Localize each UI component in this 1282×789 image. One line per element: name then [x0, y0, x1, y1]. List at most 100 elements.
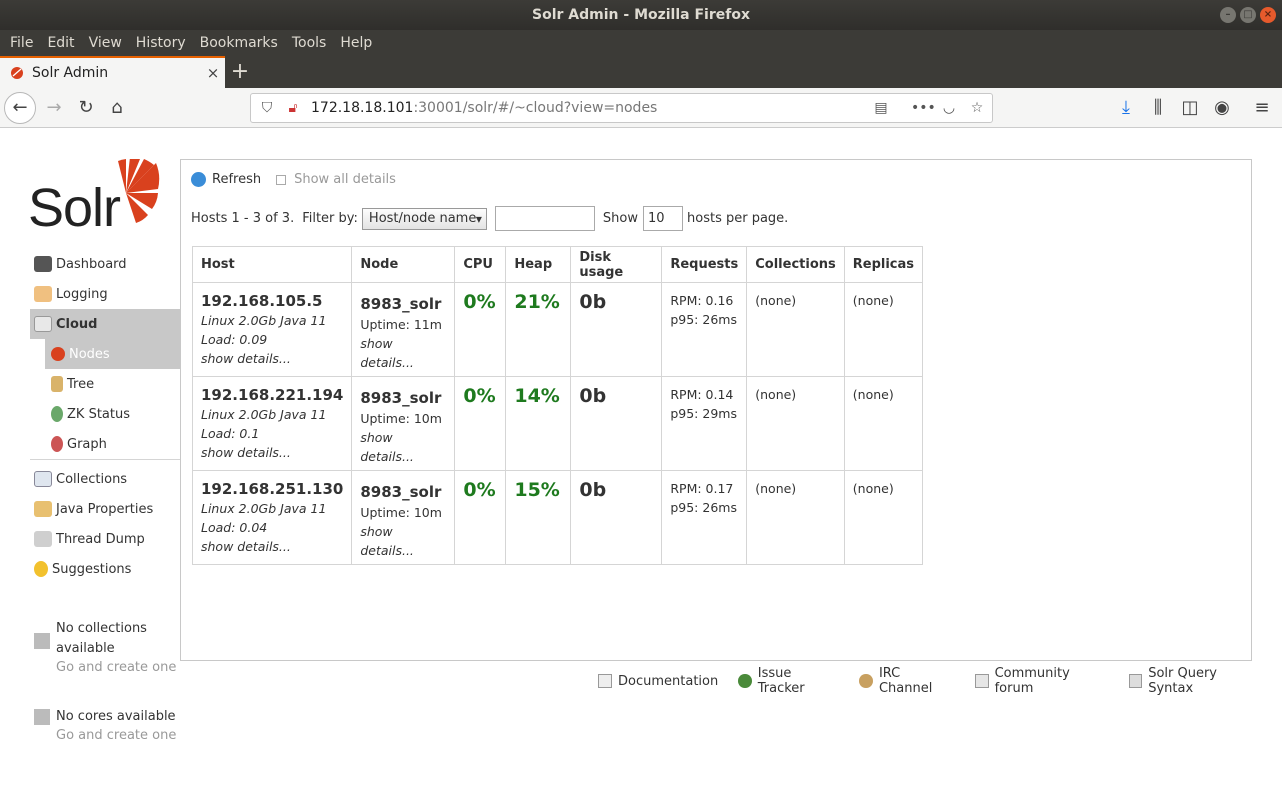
menu-history[interactable]: History	[130, 35, 192, 51]
dashboard-icon	[34, 256, 52, 272]
host-show-details-link[interactable]: show details...	[201, 349, 343, 368]
downloads-icon[interactable]: ⤓	[1112, 94, 1140, 122]
sidebar-item-collections[interactable]: Collections	[30, 464, 180, 494]
close-window-button[interactable]: ×	[1260, 7, 1276, 23]
sidebar-toggle-icon[interactable]: ◫	[1176, 94, 1204, 122]
footer-query-syntax-link[interactable]: Solr Query Syntax	[1128, 666, 1262, 696]
create-core-link[interactable]: Go and create one	[56, 727, 179, 745]
sidebar-item-nodes[interactable]: Nodes	[45, 339, 180, 369]
filter-input[interactable]	[494, 206, 595, 231]
collection-add-icon	[34, 633, 50, 649]
forward-icon[interactable]: →	[40, 94, 68, 122]
sidebar-item-zk-status[interactable]: ZK Status	[45, 399, 180, 429]
maximize-button[interactable]: □	[1240, 7, 1256, 23]
disk-value: 0b	[579, 479, 607, 501]
menu-view[interactable]: View	[83, 35, 128, 51]
sidebar-item-logging[interactable]: Logging	[30, 279, 180, 309]
reader-view-icon[interactable]: ▤	[871, 98, 891, 118]
sidebar-item-suggestions[interactable]: Suggestions	[30, 554, 180, 584]
no-collections-line1: No collections	[56, 621, 147, 636]
requests-p95: p95: 26ms	[670, 500, 737, 515]
menu-edit[interactable]: Edit	[41, 35, 80, 51]
heap-value: 15%	[514, 479, 560, 501]
col-node: Node	[351, 246, 456, 283]
footer-community-forum-link[interactable]: Community forum	[975, 666, 1109, 696]
java-icon	[34, 501, 52, 517]
thread-dump-icon	[34, 531, 52, 547]
footer-issue-tracker-link[interactable]: Issue Tracker	[738, 666, 839, 696]
cloud-icon	[34, 316, 52, 332]
requests-p95: p95: 29ms	[670, 406, 737, 421]
requests-p95: p95: 26ms	[670, 312, 737, 327]
lightbulb-icon	[34, 561, 48, 577]
sidebar-item-cloud[interactable]: Cloud	[30, 309, 180, 339]
bookmark-star-icon[interactable]: ☆	[967, 98, 987, 118]
show-all-details-label[interactable]: Show all details	[294, 172, 396, 187]
solr-icon	[51, 347, 65, 361]
sidebar-item-dashboard[interactable]: Dashboard	[30, 249, 180, 279]
url-text[interactable]: 172.18.18.101:30001/solr/#/~cloud?view=n…	[311, 100, 657, 116]
window-title: Solr Admin - Mozilla Firefox	[532, 7, 750, 23]
create-collection-link[interactable]: Go and create one	[56, 659, 179, 677]
host-name: 192.168.105.5	[201, 292, 323, 310]
menu-bar: File Edit View History Bookmarks Tools H…	[0, 30, 1282, 56]
show-label: Show	[602, 211, 638, 226]
tab-close-icon[interactable]: ×	[201, 64, 225, 82]
sidebar-item-thread-dump[interactable]: Thread Dump	[30, 524, 180, 554]
window-titlebar: Solr Admin - Mozilla Firefox – □ ×	[0, 0, 1282, 30]
back-icon[interactable]: ←	[4, 92, 36, 124]
menu-help[interactable]: Help	[334, 35, 378, 51]
sidebar-item-tree[interactable]: Tree	[45, 369, 180, 399]
minimize-button[interactable]: –	[1220, 7, 1236, 23]
sidebar-item-java-properties[interactable]: Java Properties	[30, 494, 180, 524]
main-panel: Refresh Show all details Hosts 1 - 3 of …	[180, 159, 1252, 661]
col-host: Host	[191, 246, 353, 283]
menu-tools[interactable]: Tools	[286, 35, 333, 51]
pocket-icon[interactable]: ◡	[939, 98, 959, 118]
node-show-details-link[interactable]: show details...	[360, 334, 446, 372]
footer-documentation-link[interactable]: Documentation	[598, 674, 718, 689]
reload-icon[interactable]: ↻	[72, 94, 100, 122]
account-icon[interactable]: ◉	[1208, 94, 1236, 122]
new-tab-button[interactable]: +	[228, 60, 252, 84]
menu-file[interactable]: File	[4, 35, 39, 51]
show-all-details-checkbox[interactable]	[276, 174, 287, 185]
node-name: 8983_solr	[360, 483, 442, 501]
page-actions-icon[interactable]: •••	[911, 98, 936, 118]
url-bar[interactable]: ⛉ 🔓︎ 172.18.18.101:30001/solr/#/~cloud?v…	[250, 93, 993, 123]
home-icon[interactable]: ⌂	[103, 94, 131, 122]
replicas-value: (none)	[852, 481, 894, 496]
tree-icon	[51, 376, 63, 392]
node-cell: 8983_solr Uptime: 11m show details...	[351, 282, 456, 377]
requests-rpm: RPM: 0.16	[670, 293, 734, 308]
filter-label: Filter by:	[302, 211, 358, 226]
node-show-details-link[interactable]: show details...	[360, 522, 446, 560]
host-load: Load: 0.09	[201, 332, 268, 347]
refresh-button[interactable]: Refresh	[212, 172, 261, 187]
hamburger-menu-icon[interactable]: ≡	[1248, 94, 1276, 122]
table-row: 192.168.105.5 Linux 2.0Gb Java 11 Load: …	[191, 282, 924, 377]
node-show-details-link[interactable]: show details...	[360, 428, 446, 466]
col-cpu: CPU	[454, 246, 507, 283]
footer-irc-channel-link[interactable]: IRC Channel	[859, 666, 955, 696]
collections-value: (none)	[755, 387, 797, 402]
filter-select[interactable]: Host/node name	[361, 207, 487, 230]
shield-icon[interactable]: ⛉	[257, 98, 277, 118]
no-cores-line: No cores available	[56, 709, 176, 724]
refresh-icon[interactable]	[191, 172, 206, 187]
library-icon[interactable]: ⫼	[1144, 94, 1172, 122]
host-os: Linux 2.0Gb Java 11	[201, 501, 327, 516]
insecure-lock-icon[interactable]: 🔓︎	[283, 98, 303, 118]
sidebar-item-graph[interactable]: Graph	[45, 429, 180, 459]
menu-bookmarks[interactable]: Bookmarks	[194, 35, 284, 51]
hosts-per-page-input[interactable]: 10	[643, 206, 683, 231]
mail-icon	[975, 674, 989, 688]
host-show-details-link[interactable]: show details...	[201, 443, 343, 462]
tab-strip: Solr Admin × +	[0, 56, 1282, 88]
syntax-icon	[1128, 674, 1143, 688]
tab-solr-admin[interactable]: Solr Admin ×	[0, 56, 225, 88]
disk-value: 0b	[579, 385, 607, 407]
bug-icon	[738, 674, 752, 688]
navigation-bar: ← → ↻ ⌂ ⛉ 🔓︎ 172.18.18.101:30001/solr/#/…	[0, 88, 1282, 128]
host-show-details-link[interactable]: show details...	[201, 537, 343, 556]
